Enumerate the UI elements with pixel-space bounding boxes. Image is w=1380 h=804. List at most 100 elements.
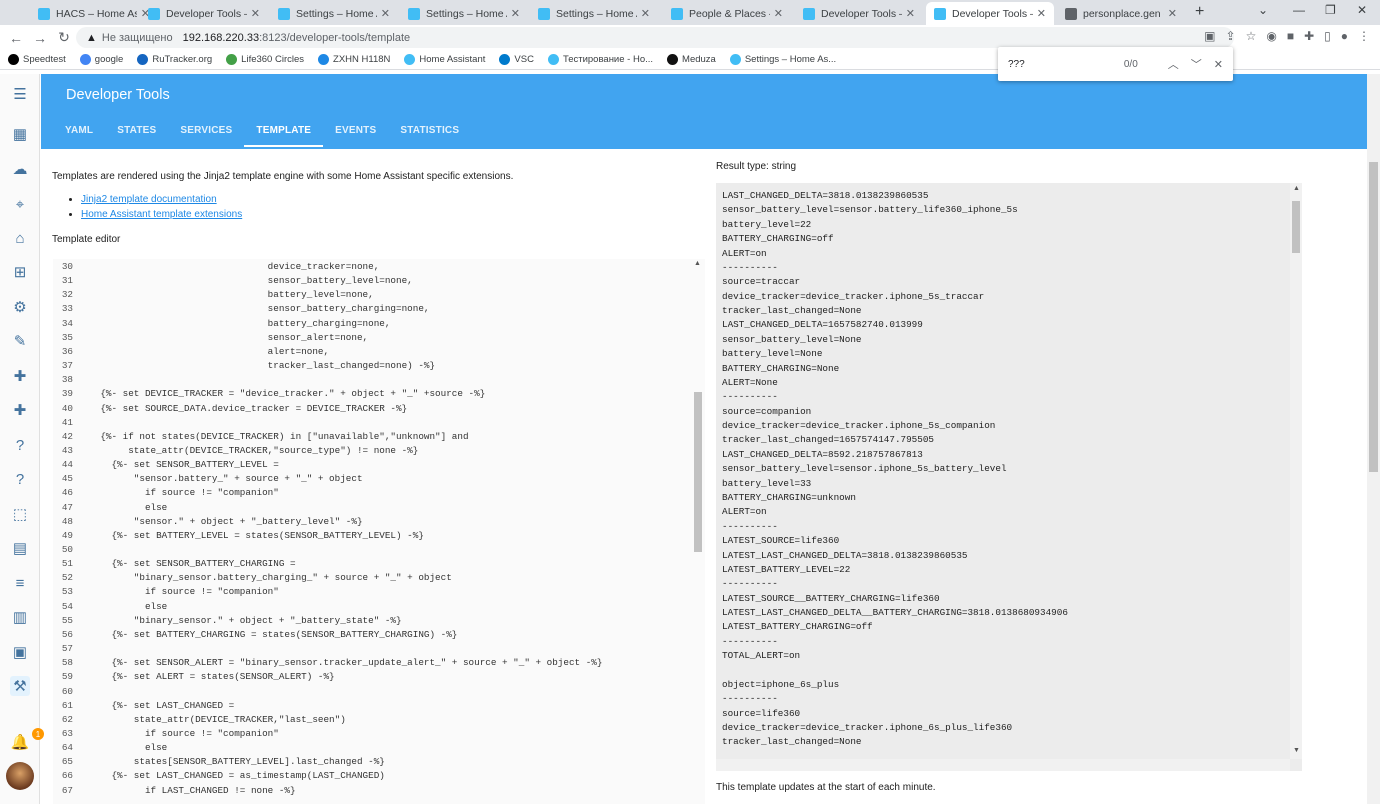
tab-yaml[interactable]: YAML <box>53 119 105 147</box>
developer-tools-icon[interactable]: ⚒ <box>10 676 30 696</box>
bookmark-star-icon[interactable]: ☆ <box>1246 29 1257 43</box>
result-line: device_tracker=device_tracker.iphone_5s_… <box>722 290 985 302</box>
extension-uk-icon[interactable]: ◉ <box>1266 29 1276 43</box>
overview-icon[interactable]: ▦ <box>10 124 30 144</box>
browser-tab[interactable]: Settings – Home Assist ✕ <box>530 2 658 25</box>
back-icon[interactable]: ← <box>4 30 28 46</box>
bookmark-item[interactable]: ZXHN H118N <box>318 54 390 65</box>
share-icon[interactable]: ⇪ <box>1226 29 1236 43</box>
bookmark-item[interactable]: Settings – Home As... <box>729 54 836 65</box>
template-editor[interactable]: 30 device_tracker=none, 31 sensor_battery… <box>53 259 705 804</box>
editor-scroll-thumb[interactable] <box>694 392 702 552</box>
bookmark-item[interactable]: Тестирование - Но... <box>547 54 653 65</box>
tab-events[interactable]: EVENTS <box>323 119 388 147</box>
bookmark-item[interactable]: Home Assistant <box>404 54 485 65</box>
code-line: 57 <box>53 643 693 657</box>
tab-close-icon[interactable]: ✕ <box>906 7 915 20</box>
bookmark-item[interactable]: VSC <box>499 54 534 65</box>
browser-tab[interactable]: Developer Tools – Home ✕ <box>140 2 268 25</box>
ha-template-extensions-link[interactable]: Home Assistant template extensions <box>81 209 242 220</box>
new-tab-button[interactable]: + <box>1195 3 1204 21</box>
tab-close-icon[interactable]: ✕ <box>381 7 390 20</box>
help-icon[interactable]: ? <box>10 435 30 455</box>
url-field[interactable]: ▲ Не защищено 192.168.220.33 :8123/devel… <box>76 27 1234 48</box>
bookmark-item[interactable]: RuTracker.org <box>137 54 212 65</box>
side-panel-icon[interactable]: ▯ <box>1324 29 1331 43</box>
result-scroll-down-icon[interactable]: ▼ <box>1293 747 1300 754</box>
minimize-icon[interactable]: — <box>1293 3 1305 17</box>
settings-gears-icon[interactable]: ⚙ <box>10 297 30 317</box>
menu-kebab-icon[interactable]: ⋮ <box>1358 29 1370 43</box>
maximize-icon[interactable]: ❐ <box>1325 3 1336 17</box>
page-scroll-thumb[interactable] <box>1369 162 1378 472</box>
profile-icon[interactable]: ● <box>1341 29 1348 43</box>
chart-icon[interactable]: ▥ <box>10 607 30 627</box>
list-icon[interactable]: ≡ <box>10 573 30 593</box>
find-next-icon[interactable]: ﹀ <box>1191 56 1202 72</box>
menu-icon[interactable]: ☰ <box>10 84 30 104</box>
line-number: 43 <box>61 444 73 456</box>
bookmark-item[interactable]: Life360 Circles <box>226 54 304 65</box>
find-previous-icon[interactable]: ︿ <box>1168 56 1179 72</box>
grid-icon[interactable]: ⊞ <box>10 262 30 282</box>
puzzle-icon[interactable]: ✚ <box>10 366 30 386</box>
scroll-up-icon[interactable]: ▲ <box>694 260 701 267</box>
find-close-icon[interactable]: ✕ <box>1214 58 1223 71</box>
forward-icon[interactable]: → <box>28 30 52 46</box>
result-scrollbar[interactable]: ▲ ▼ <box>1290 183 1302 759</box>
tab-close-icon[interactable]: ✕ <box>1168 7 1177 20</box>
notifications-icon[interactable]: 🔔 1 <box>10 728 44 752</box>
line-number: 67 <box>61 784 73 796</box>
tab-close-icon[interactable]: ✕ <box>1037 7 1046 20</box>
page-scrollbar[interactable] <box>1367 74 1380 804</box>
tab-services[interactable]: SERVICES <box>168 119 244 147</box>
bookmark-label: ZXHN H118N <box>333 54 391 65</box>
browser-tab[interactable]: People & Places – Hom ✕ <box>663 2 791 25</box>
close-window-icon[interactable]: ✕ <box>1357 3 1367 17</box>
puzzle-alt-icon[interactable]: ✚ <box>10 400 30 420</box>
browser-tab[interactable]: Developer Tools – Hom ✕ <box>926 2 1054 25</box>
reload-icon[interactable]: ↻ <box>52 29 76 46</box>
tab-close-icon[interactable]: ✕ <box>774 7 783 20</box>
extension-green-icon[interactable]: ■ <box>1287 29 1294 43</box>
code-text: battery_level=none, <box>78 289 374 301</box>
brush-icon[interactable]: ✎ <box>10 331 30 351</box>
result-scroll-up-icon[interactable]: ▲ <box>1293 185 1300 192</box>
find-count: 0/0 <box>1123 58 1138 70</box>
home-icon[interactable]: ⌂ <box>10 228 30 248</box>
map-icon[interactable]: ⌖ <box>10 194 30 214</box>
browser-tab[interactable]: Settings – Home Assist ✕ <box>400 2 528 25</box>
help-alt-icon[interactable]: ? <box>10 469 30 489</box>
browser-tab[interactable]: Developer Tools – Hom ✕ <box>795 2 923 25</box>
bookmark-item[interactable]: google <box>79 54 123 65</box>
browser-tab[interactable]: Settings – Home Assist ✕ <box>270 2 398 25</box>
tab-close-icon[interactable]: ✕ <box>251 7 260 20</box>
line-number: 60 <box>61 685 73 697</box>
browser-tab[interactable]: personplace.gen - wor ✕ <box>1057 2 1185 25</box>
tab-close-icon[interactable]: ✕ <box>511 7 520 20</box>
result-scroll-thumb[interactable] <box>1292 201 1300 253</box>
energy-icon[interactable]: ☁ <box>10 159 30 179</box>
find-input[interactable]: ??? <box>1008 59 1124 70</box>
editor-scrollbar[interactable]: ▲ <box>693 260 703 802</box>
avatar[interactable] <box>6 762 34 790</box>
bookmark-item[interactable]: Speedtest <box>8 54 66 65</box>
tab-template[interactable]: TEMPLATE <box>244 119 324 147</box>
selection-icon[interactable]: ⬚ <box>10 504 30 524</box>
tab-statistics[interactable]: STATISTICS <box>388 119 471 147</box>
browser-tab[interactable]: HACS – Home Assistant✕ <box>30 2 158 25</box>
docs-links: Jinja2 template documentation Home Assis… <box>66 194 242 224</box>
page-translate-icon[interactable]: ▣ <box>1204 29 1215 43</box>
code-line: 49 {%- set BATTERY_LEVEL = states(SENSOR… <box>53 530 693 544</box>
jinja2-docs-link[interactable]: Jinja2 template documentation <box>81 194 217 205</box>
bookmark-item[interactable]: Meduza <box>667 54 716 65</box>
tab-search-icon[interactable]: ⌄ <box>1258 3 1268 17</box>
result-horizontal-scrollbar[interactable] <box>716 759 1290 771</box>
tab-close-icon[interactable]: ✕ <box>641 7 650 20</box>
hacs-icon[interactable]: ▣ <box>10 642 30 662</box>
person-card-icon[interactable]: ▤ <box>10 538 30 558</box>
extensions-puzzle-icon[interactable]: ✚ <box>1304 29 1314 43</box>
tab-states[interactable]: STATES <box>105 119 168 147</box>
